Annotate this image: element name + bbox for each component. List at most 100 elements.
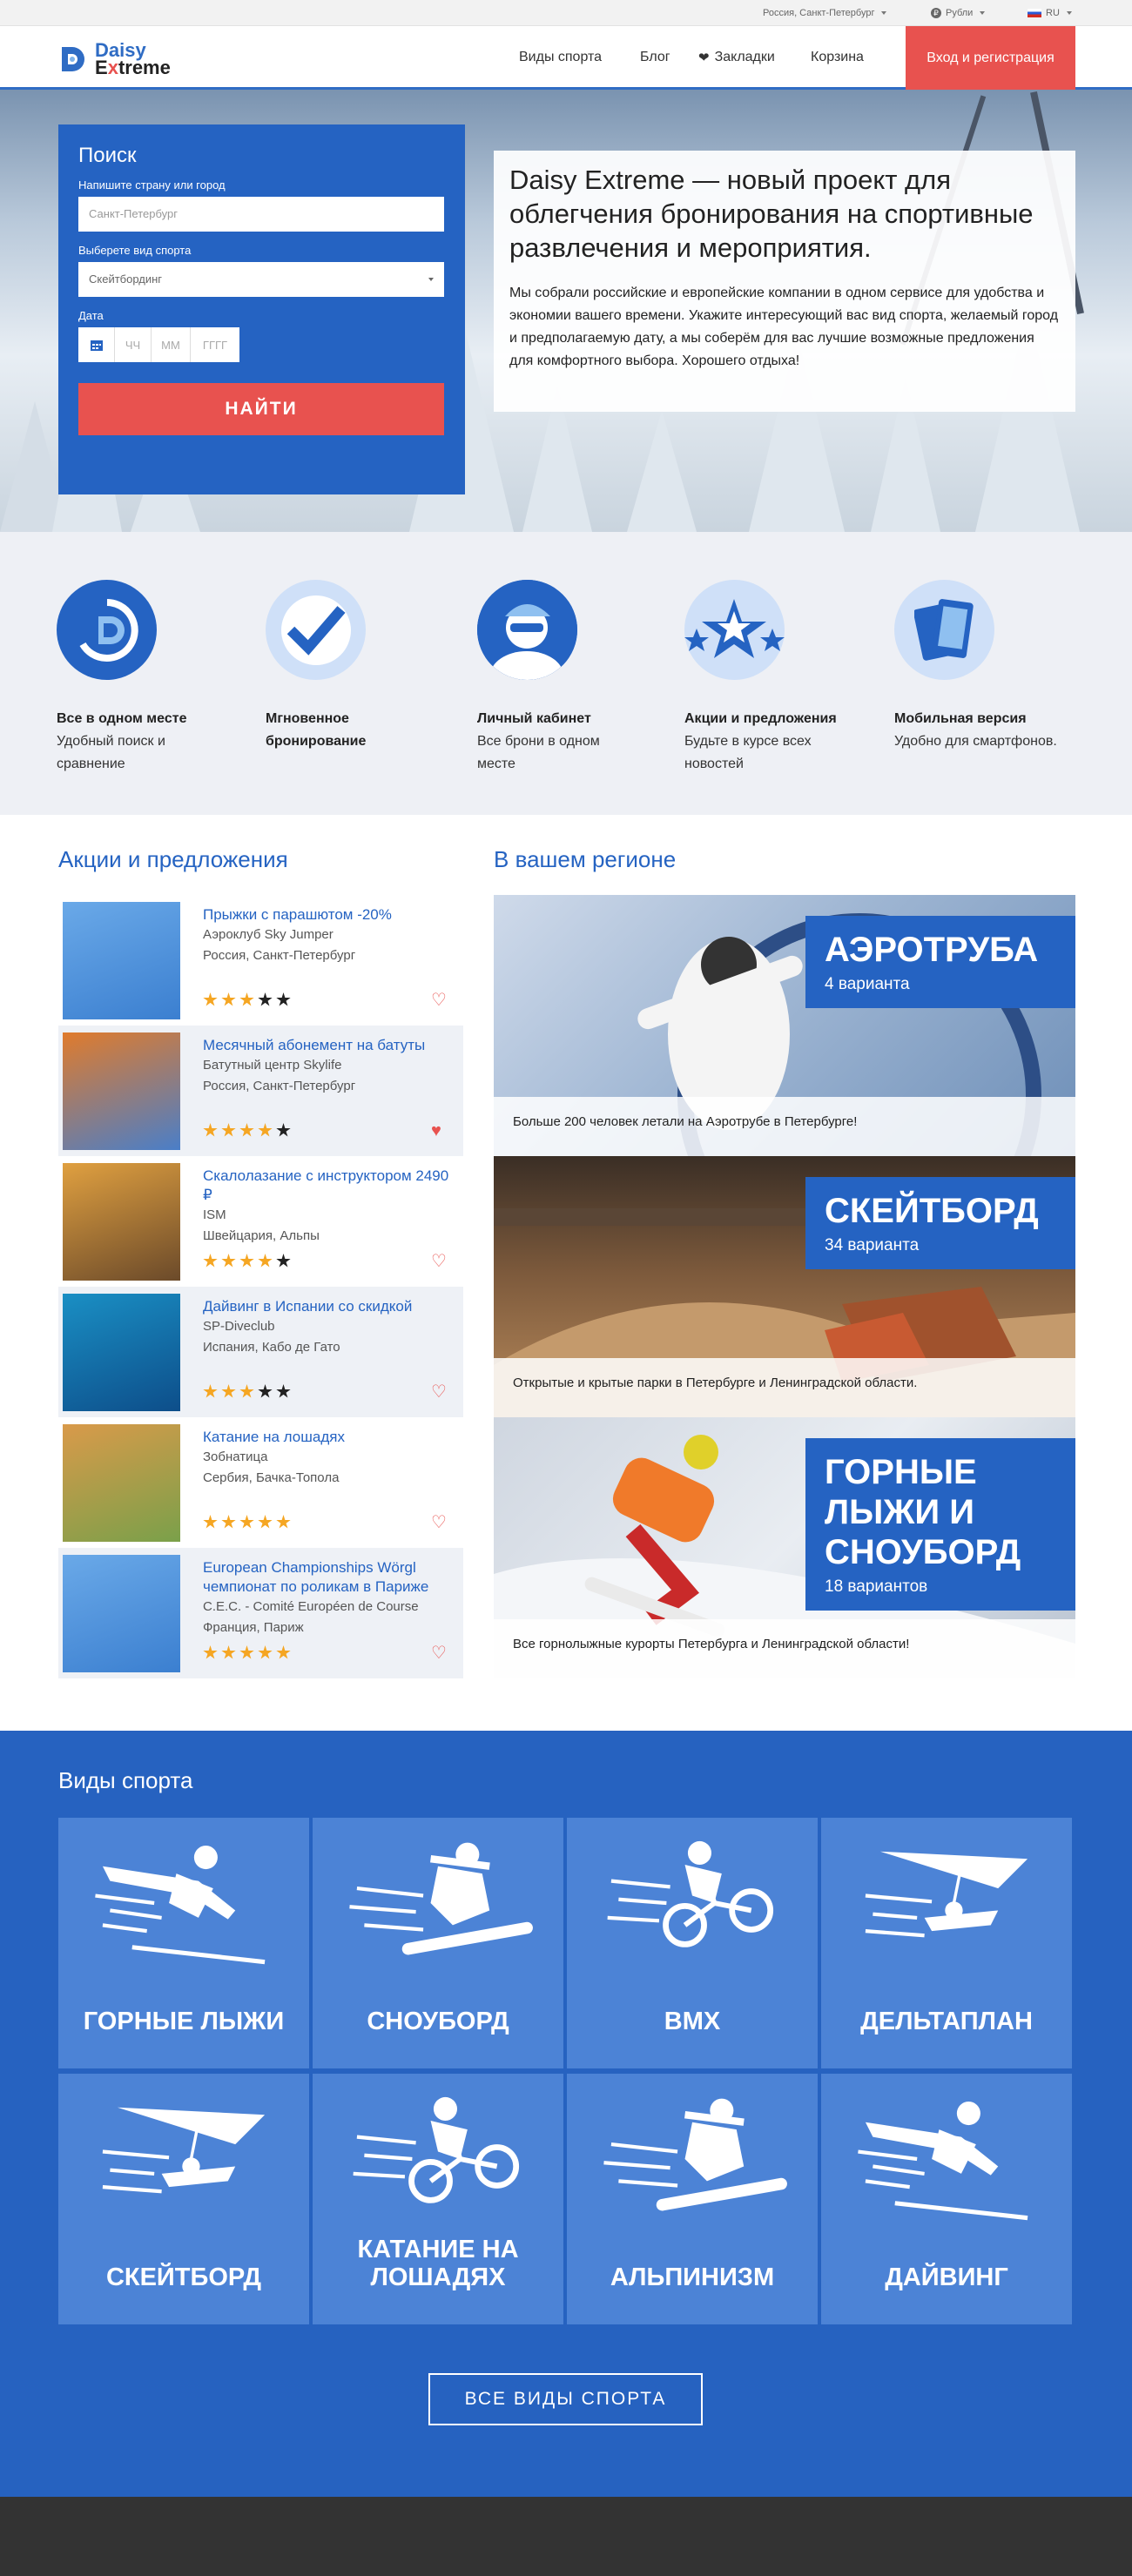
feature-offers: Акции и предложения Будьте в курсе всех …	[684, 580, 876, 776]
region-card-wind-tunnel[interactable]: АЭРОТРУБА 4 варианта Больше 200 человек л…	[494, 895, 1075, 1156]
star-icon	[239, 1645, 254, 1659]
flag-ru-icon	[1028, 9, 1041, 17]
region-card-skateboard[interactable]: СКЕЙТБОРД 34 варианта Открытые и крытые п…	[494, 1156, 1075, 1417]
promo-organization: Аэроклуб Sky Jumper	[203, 927, 334, 942]
promo-item[interactable]: Месячный абонемент на батуты Батутный цен…	[58, 1026, 463, 1156]
nav-bookmarks[interactable]: ❤ Закладки	[698, 50, 775, 65]
star-icon	[258, 1384, 273, 1398]
star-icon	[203, 1123, 218, 1137]
feature-title: Мобильная версия	[894, 711, 1027, 726]
login-button[interactable]: Вход и регистрация	[906, 26, 1075, 90]
hang-glider-icon	[865, 1851, 1028, 1938]
ruble-icon: ₽	[931, 8, 941, 18]
all-sports-button[interactable]: ВСЕ ВИДЫ СПОРТА	[428, 2373, 703, 2425]
star-icon	[276, 1384, 291, 1398]
nav-bookmarks-label: Закладки	[714, 50, 775, 64]
sport-tile[interactable]: АЛЬПИНИЗМ	[567, 2074, 818, 2324]
date-day-input[interactable]: ЧЧ	[115, 327, 152, 362]
favorite-heart-icon[interactable]: ♡	[431, 1644, 447, 1662]
star-icon	[258, 992, 273, 1006]
region-name: СКЕЙТБОРД	[825, 1192, 1039, 1230]
promo-title[interactable]: Дайвинг в Испании со скидкой	[203, 1297, 460, 1316]
favorite-heart-icon[interactable]: ♡	[431, 1383, 447, 1401]
region-badge: СКЕЙТБОРД 34 варианта	[805, 1177, 1075, 1269]
logo-letters-treme: treme	[118, 57, 171, 78]
promo-organization: Батутный центр Skylife	[203, 1058, 342, 1073]
promo-image	[63, 902, 180, 1019]
date-month-input[interactable]: ММ	[152, 327, 191, 362]
promo-title[interactable]: European Championships Wörgl чемпионат п…	[203, 1558, 460, 1597]
feature-account: Личный кабинет Все брони в одном месте	[477, 580, 669, 776]
promo-item[interactable]: Скалолазание с инструктором 2490 ₽ ISM Шве…	[58, 1156, 463, 1287]
search-title: Поиск	[78, 144, 137, 167]
skier-icon	[95, 1846, 266, 1965]
date-year-input[interactable]: ГГГГ	[191, 327, 239, 362]
sport-tile[interactable]: СНОУБОРД	[313, 1818, 563, 2068]
promo-image	[63, 1163, 180, 1281]
sport-field-label: Выберете вид спорта	[78, 244, 192, 257]
find-button[interactable]: НАЙТИ	[78, 383, 444, 435]
favorite-heart-icon[interactable]: ♡	[431, 1514, 447, 1531]
promo-title[interactable]: Прыжки с парашютом -20%	[203, 905, 460, 925]
star-icon	[239, 992, 254, 1006]
sport-tile[interactable]: СКЕЙТБОРД	[58, 2074, 309, 2324]
feature-instant-booking: Мгновенное бронирование	[266, 580, 457, 753]
currency-selector[interactable]: ₽ Рубли	[931, 8, 986, 18]
promo-item[interactable]: Дайвинг в Испании со скидкой SP-Diveclub И…	[58, 1287, 463, 1417]
star-icon	[239, 1123, 254, 1137]
sport-tile-label: ДАЙВИНГ	[885, 2263, 1008, 2291]
favorite-heart-icon[interactable]: ♡	[431, 992, 447, 1009]
feature-all-in-one: Все в одном месте Удобный поиск и сравне…	[57, 580, 248, 776]
chevron-down-icon	[428, 278, 434, 281]
promo-item[interactable]: European Championships Wörgl чемпионат п…	[58, 1548, 463, 1678]
sport-tile[interactable]: BMX	[567, 1818, 818, 2068]
feature-title: Мгновенное бронирование	[266, 711, 367, 749]
sport-tile-label: ГОРНЫЕ ЛЫЖИ	[83, 2008, 285, 2035]
city-selector[interactable]: Россия, Санкт-Петербург	[763, 8, 887, 18]
star-icon	[258, 1123, 273, 1137]
favorite-heart-icon[interactable]: ♥	[431, 1122, 441, 1140]
hang-glider-icon	[102, 2107, 266, 2194]
currency-label: Рубли	[946, 8, 974, 18]
calendar-icon[interactable]	[78, 327, 115, 362]
feature-desc: Удобный поиск и сравнение	[57, 734, 165, 771]
promo-item[interactable]: Катание на лошадях Зобнатица Сербия, Бачка…	[58, 1417, 463, 1548]
favorite-heart-icon[interactable]: ♡	[431, 1253, 447, 1270]
region-card-ski[interactable]: ГОРНЫЕ ЛЫЖИ И СНОУБОРД 18 вариантов Все г…	[494, 1417, 1075, 1678]
language-label: RU	[1046, 8, 1060, 18]
nav-cart[interactable]: Корзина	[811, 50, 864, 65]
sport-select-value: Скейтбординг	[89, 272, 163, 286]
site-header: Daisy Extreme Виды спорта Блог ❤ Закладки…	[0, 26, 1132, 90]
stars-icon	[684, 580, 785, 680]
star-icon	[276, 1515, 291, 1529]
sport-tile[interactable]: ДАЙВИНГ	[821, 2074, 1072, 2324]
snowboarder-icon	[349, 1842, 533, 1955]
feature-title: Личный кабинет	[477, 711, 591, 726]
promo-title[interactable]: Катание на лошадях	[203, 1428, 460, 1447]
nav-sports[interactable]: Виды спорта	[519, 50, 602, 65]
promo-rating	[203, 1384, 291, 1399]
nav-blog[interactable]: Блог	[640, 50, 670, 65]
sport-tile-label: BMX	[664, 2008, 721, 2035]
region-count: 18 вариантов	[825, 1577, 928, 1596]
features-section: Все в одном месте Удобный поиск и сравне…	[0, 532, 1132, 815]
hero-text-box: Daisy Extreme — новый проект для облегче…	[494, 151, 1075, 412]
region-caption: Все горнолыжные курорты Петербурга и Лен…	[494, 1619, 1075, 1678]
promo-item[interactable]: Прыжки с парашютом -20% Аэроклуб Sky Jump…	[58, 895, 463, 1026]
sport-tile[interactable]: КАТАНИЕ НА ЛОШАДЯХ	[313, 2074, 563, 2324]
language-selector[interactable]: RU	[1028, 8, 1072, 18]
city-input[interactable]: Санкт-Петербург	[78, 197, 444, 232]
promo-location: Сербия, Бачка-Топола	[203, 1470, 340, 1485]
skier-icon	[858, 2102, 1028, 2221]
star-icon	[203, 1254, 218, 1268]
promo-title[interactable]: Скалолазание с инструктором 2490 ₽	[203, 1167, 460, 1205]
star-icon	[203, 992, 218, 1006]
promo-title[interactable]: Месячный абонемент на батуты	[203, 1036, 460, 1055]
offers-region-section: Акции и предложения В вашем регионе Прыж…	[0, 815, 1132, 1712]
feature-desc: Будьте в курсе всех новостей	[684, 734, 812, 771]
sport-select[interactable]: Скейтбординг	[78, 262, 444, 297]
sport-tile[interactable]: ГОРНЫЕ ЛЫЖИ	[58, 1818, 309, 2068]
sport-tile[interactable]: ДЕЛЬТАПЛАН	[821, 1818, 1072, 2068]
feature-mobile: Мобильная версия Удобно для смартфонов.	[894, 580, 1086, 753]
logo[interactable]: Daisy Extreme	[58, 41, 171, 78]
